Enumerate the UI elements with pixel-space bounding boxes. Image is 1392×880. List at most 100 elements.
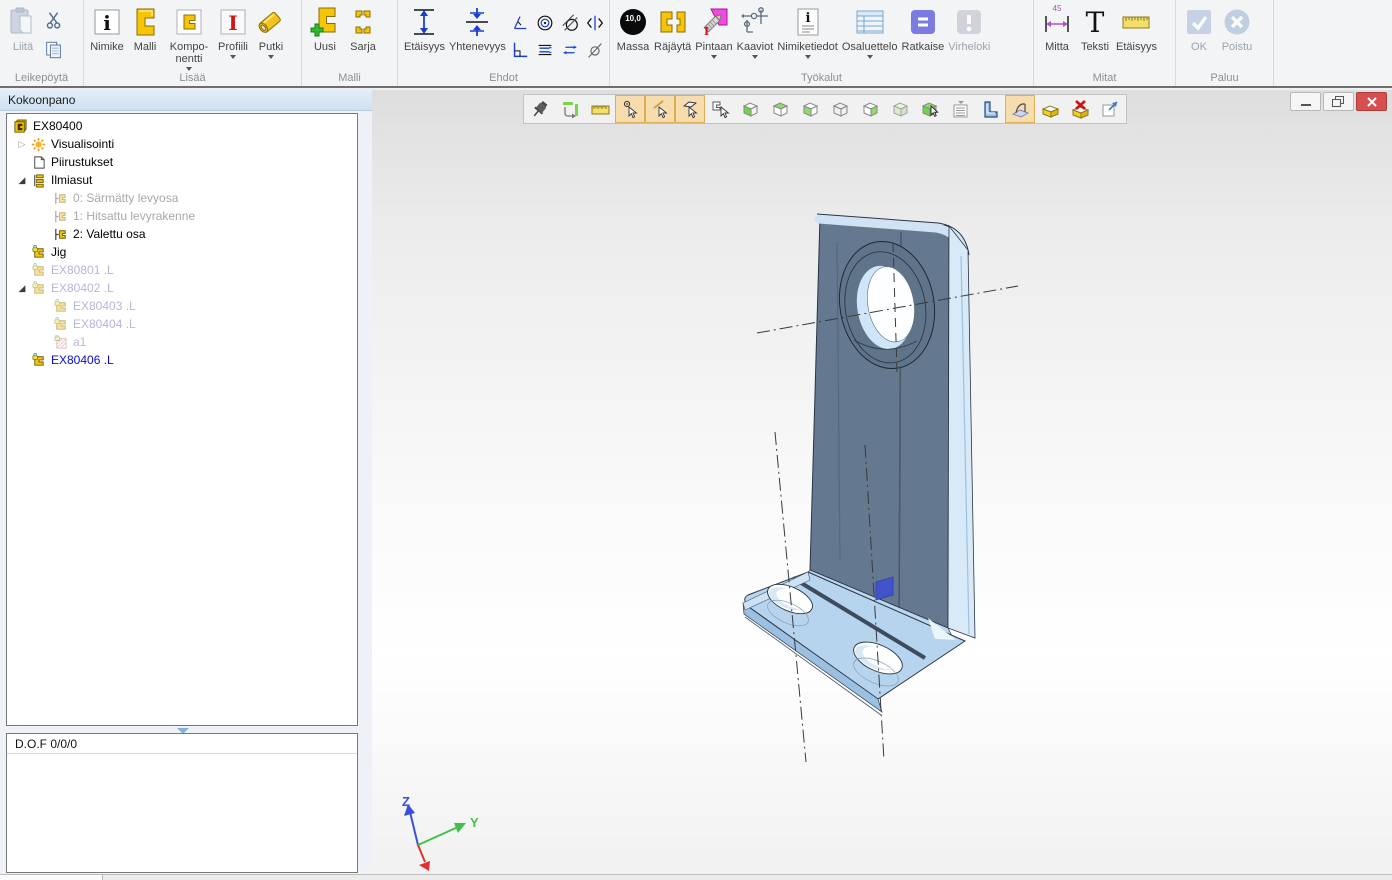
ok-button[interactable]: OK: [1180, 4, 1218, 54]
select-component-button[interactable]: [705, 95, 735, 123]
cube-right-face-button[interactable]: [855, 95, 885, 123]
cube-left-face-button[interactable]: [795, 95, 825, 123]
tree-label: a1: [73, 335, 86, 349]
sheetmetal-part-button[interactable]: [975, 95, 1005, 123]
tangent-constraint-button[interactable]: [558, 10, 582, 36]
ok-label: OK: [1191, 41, 1207, 53]
sketch-plane-button[interactable]: [1005, 95, 1035, 123]
select-face-icon: [680, 99, 700, 119]
putki-button[interactable]: Putki: [252, 4, 290, 60]
cube-solid-icon: [890, 99, 910, 119]
select-face-button[interactable]: [675, 95, 705, 123]
kaaviot-button[interactable]: Kaaviot: [735, 4, 776, 60]
pin-button[interactable]: [525, 95, 555, 123]
angle-constraint-button[interactable]: [508, 10, 532, 36]
perpendicular-constraint-button[interactable]: [508, 37, 532, 63]
rajayta-button[interactable]: Räjäytä: [652, 4, 693, 54]
tree-item-jig[interactable]: Jig: [7, 243, 357, 261]
tree-item-config-1[interactable]: 1: Hitsattu levyrakenne: [7, 207, 357, 225]
measure-ruler-button[interactable]: [585, 95, 615, 123]
teksti-button[interactable]: Teksti: [1076, 4, 1114, 54]
parts-list-icon: [853, 5, 887, 39]
measure-ruler-icon: [590, 99, 610, 119]
axis-y-label: Y: [470, 815, 479, 830]
virheloki-button[interactable]: Virheloki: [946, 4, 992, 54]
tree-label: EX80400: [33, 119, 82, 133]
yhtenevyys-button[interactable]: Yhtenevyys: [447, 4, 508, 54]
parallel-constraint-button[interactable]: [533, 37, 557, 63]
select-vertex-button[interactable]: [615, 95, 645, 123]
tree-item-config-0[interactable]: 0: Särmätty levyosa: [7, 189, 357, 207]
tree-item-ex80406[interactable]: EX80406 .L: [7, 351, 357, 369]
sarja-button[interactable]: Sarja: [344, 4, 382, 54]
tree-label: EX80403 .L: [73, 299, 136, 313]
tree-item-ex80404[interactable]: EX80404 .L: [7, 315, 357, 333]
uusi-button[interactable]: Uusi: [306, 4, 344, 54]
profiili-button[interactable]: Profiili: [214, 4, 252, 60]
cube-top-face-button[interactable]: [765, 95, 795, 123]
komponentti-label: Kompo-nentti: [166, 41, 212, 65]
cube-wireframe-button[interactable]: [825, 95, 855, 123]
cut-button[interactable]: [42, 8, 66, 32]
workbox-icon: [1040, 99, 1060, 119]
tree-label: EX80404 .L: [73, 317, 136, 331]
tree-item-a1[interactable]: a1: [7, 333, 357, 351]
dropdown-caret-icon: [230, 55, 236, 59]
tree-label: Jig: [51, 245, 66, 259]
tree-item-ex80402[interactable]: ◢ EX80402 .L: [7, 279, 357, 297]
select-edge-button[interactable]: [645, 95, 675, 123]
assembly-tree[interactable]: EX80400 ▷ Visualisointi Piirustukset ◢ I…: [6, 113, 358, 726]
expander-collapsed-icon[interactable]: ▷: [13, 139, 31, 150]
expander-expanded-icon[interactable]: ◢: [13, 283, 31, 294]
tree-item-ilmiasut[interactable]: ◢ Ilmiasut: [7, 171, 357, 189]
dof-panel: D.O.F 0/0/0: [6, 733, 358, 873]
ratkaise-button[interactable]: Ratkaise: [900, 4, 947, 54]
cube-solid-button[interactable]: [885, 95, 915, 123]
nimiketiedot-button[interactable]: Nimiketiedot: [775, 4, 840, 60]
copy-icon: [44, 40, 64, 60]
komponentti-button[interactable]: Kompo-nentti: [164, 4, 214, 72]
workbox-delete-button[interactable]: [1065, 95, 1095, 123]
close-button[interactable]: [1356, 92, 1387, 111]
workbox-button[interactable]: [1035, 95, 1065, 123]
massa-button[interactable]: 10,0 Massa: [614, 4, 652, 54]
symmetry-constraint-button[interactable]: [583, 10, 607, 36]
tree-item-visualisointi[interactable]: ▷ Visualisointi: [7, 135, 357, 153]
fix-constraint-button[interactable]: [583, 37, 607, 63]
mass-icon: 10,0: [616, 5, 650, 39]
tree-item-config-2[interactable]: 2: Valettu osa: [7, 225, 357, 243]
part-locked-icon: [31, 245, 46, 260]
display-list-button[interactable]: [945, 95, 975, 123]
pintaan-button[interactable]: Pintaan: [693, 4, 734, 60]
minimize-button[interactable]: [1290, 92, 1321, 111]
paste-button[interactable]: Liitä: [4, 4, 42, 54]
configurations-icon: [31, 173, 46, 188]
restore-button[interactable]: [1323, 92, 1354, 111]
group-label-model: Malli: [302, 72, 397, 84]
tree-item-ex80801[interactable]: EX80801 .L: [7, 261, 357, 279]
dropdown-caret-icon: [805, 55, 811, 59]
tree-item-piirustukset[interactable]: Piirustukset: [7, 153, 357, 171]
cube-right-face-icon: [860, 99, 880, 119]
viewport-toolbar: [523, 94, 1127, 124]
export-view-button[interactable]: [1095, 95, 1125, 123]
mitta-button[interactable]: 45 Mitta: [1038, 4, 1076, 54]
etaisyys-constraint-button[interactable]: Etäisyys: [402, 4, 447, 54]
etaisyys-measure-button[interactable]: Etäisyys: [1114, 4, 1159, 54]
model-viewport[interactable]: Z Y X: [372, 90, 1392, 874]
tree-item-ex80403[interactable]: EX80403 .L: [7, 297, 357, 315]
close-icon: [1366, 97, 1378, 107]
nimike-button[interactable]: Nimike: [88, 4, 126, 54]
tree-item-ex80400[interactable]: EX80400: [7, 117, 357, 135]
malli-button[interactable]: Malli: [126, 4, 164, 54]
select-body-button[interactable]: [915, 95, 945, 123]
antiparallel-constraint-button[interactable]: [558, 37, 582, 63]
poistu-button[interactable]: Poistu: [1218, 4, 1256, 54]
copy-button[interactable]: [42, 38, 66, 62]
osaluettelo-button[interactable]: Osaluettelo: [840, 4, 900, 60]
cut-icon: [44, 10, 64, 30]
concentric-constraint-button[interactable]: [533, 10, 557, 36]
rotate-handle-button[interactable]: [555, 95, 585, 123]
expander-expanded-icon[interactable]: ◢: [13, 175, 31, 186]
cube-front-face-button[interactable]: [735, 95, 765, 123]
